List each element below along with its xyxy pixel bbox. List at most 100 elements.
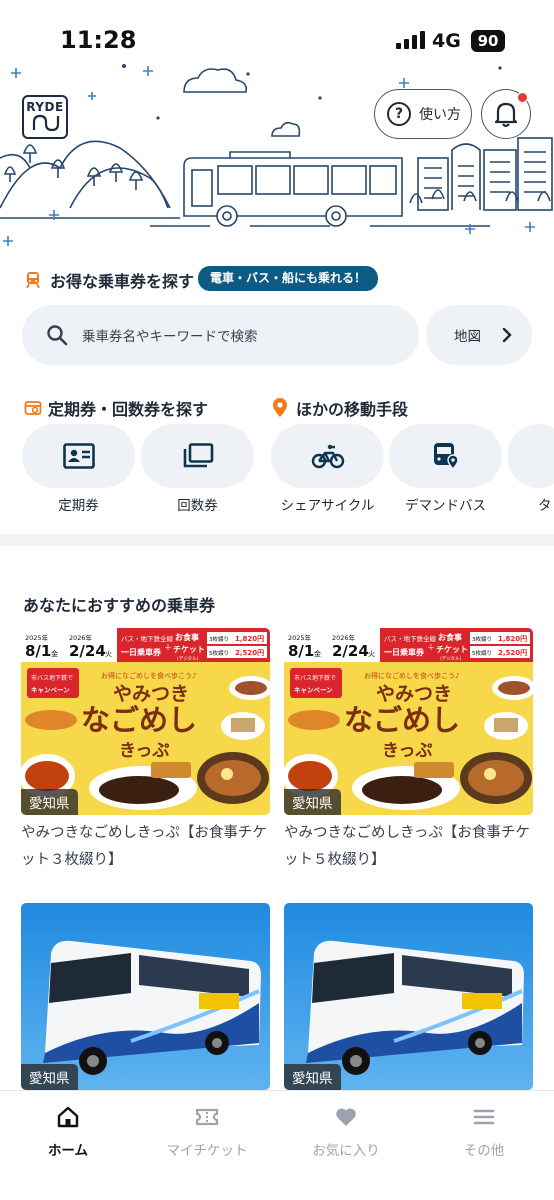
svg-text:バス・地下鉄全線: バス・地下鉄全線	[384, 634, 437, 643]
home-icon	[57, 1106, 79, 1128]
taxi-button[interactable]	[508, 424, 554, 488]
highway-bus-photo	[21, 903, 270, 1090]
svg-text:＋: ＋	[164, 643, 172, 652]
svg-text:2/24: 2/24	[332, 642, 369, 660]
section-divider	[0, 534, 554, 546]
svg-text:きっぷ: きっぷ	[119, 741, 169, 761]
id-card-icon	[62, 443, 95, 469]
nav-more-label: その他	[463, 1143, 505, 1159]
ticket-search-icon	[24, 401, 42, 415]
svg-text:2025年: 2025年	[288, 633, 312, 642]
help-button[interactable]: ? 使い方	[374, 89, 472, 139]
svg-text:5枚綴り: 5枚綴り	[472, 649, 492, 657]
mobility-title: ほかの移動手段	[296, 400, 409, 419]
ticket-card[interactable]: 2025年 8/1 金 2026年 2/24 火 バス・地下鉄全線 一日乗車券 …	[284, 628, 533, 815]
svg-text:(デジタル): (デジタル)	[177, 655, 199, 662]
svg-text:2026年: 2026年	[69, 633, 93, 642]
nav-favorites-label: お気に入り	[312, 1143, 380, 1159]
coupon-ticket-label: 回数券	[177, 498, 218, 514]
ticket-search-input[interactable]: 乗車券名やキーワードで検索	[22, 305, 419, 365]
map-label: 地図	[454, 329, 481, 345]
svg-text:金: 金	[314, 649, 321, 658]
svg-text:一日乗車券: 一日乗車券	[384, 647, 425, 657]
svg-text:1,820円: 1,820円	[498, 635, 527, 643]
commuter-pass-label: 定期券	[58, 498, 99, 514]
menu-icon	[473, 1109, 495, 1125]
search-icon	[47, 325, 68, 346]
ticket-card[interactable]: 愛知県	[284, 903, 533, 1090]
prefecture-badge: 愛知県	[21, 789, 78, 815]
help-label: 使い方	[419, 107, 461, 123]
coupon-ticket-button[interactable]	[141, 424, 254, 488]
svg-text:5枚綴り: 5枚綴り	[209, 649, 229, 657]
svg-text:2,520円: 2,520円	[235, 649, 264, 657]
bicycle-icon	[311, 444, 344, 469]
nav-my-ticket-label: マイチケット	[166, 1143, 248, 1159]
map-button[interactable]: 地図	[426, 305, 532, 365]
commuter-pass-button[interactable]	[22, 424, 135, 488]
route-icon	[32, 114, 60, 132]
svg-text:金: 金	[51, 649, 58, 658]
svg-text:お得になごめしを食べ歩こう♪: お得になごめしを食べ歩こう♪	[364, 671, 459, 680]
nav-home-label: ホーム	[47, 1143, 89, 1159]
taxi-label: タ	[538, 498, 552, 514]
card-image-nagomeshi: 2025年 8/1 金 2026年 2/24 火 バス・地下鉄全線 一日乗車券 …	[284, 628, 533, 815]
demand-bus-label: デマンドバス	[405, 498, 486, 514]
svg-text:2026年: 2026年	[332, 633, 356, 642]
nav-favorites[interactable]: お気に入り	[296, 1105, 396, 1159]
svg-text:3枚綴り: 3枚綴り	[209, 635, 229, 643]
svg-text:8/1: 8/1	[25, 642, 51, 660]
train-icon	[26, 272, 40, 289]
svg-text:なごめし: なごめし	[344, 703, 460, 737]
bottom-navigation: ホーム マイチケット お気に入り その他	[0, 1090, 554, 1200]
ticket-card[interactable]: 愛知県	[21, 903, 270, 1090]
card-image-bus: 愛知県	[21, 903, 270, 1090]
card-title[interactable]: やみつきなごめしきっぷ【お食事チケット３枚綴り】	[21, 820, 276, 874]
prefecture-badge: 愛知県	[21, 1064, 78, 1090]
svg-text:やみつき: やみつき	[113, 683, 189, 705]
svg-text:バス・地下鉄全線: バス・地下鉄全線	[121, 634, 174, 643]
svg-text:1,820円: 1,820円	[235, 635, 264, 643]
hero-illustration	[0, 64, 553, 246]
svg-text:市バス地下鉄で: 市バス地下鉄で	[31, 674, 73, 682]
passes-title: 定期券・回数券を探す	[48, 400, 209, 419]
svg-text:(デジタル): (デジタル)	[440, 655, 462, 662]
nav-more[interactable]: その他	[434, 1105, 534, 1159]
svg-text:市バス地下鉄で: 市バス地下鉄で	[294, 674, 336, 682]
battery-indicator: 90	[471, 30, 505, 52]
svg-text:お食事: お食事	[438, 632, 462, 642]
card-title[interactable]: やみつきなごめしきっぷ【お食事チケット５枚綴り】	[284, 820, 539, 874]
svg-text:2/24: 2/24	[69, 642, 106, 660]
location-pin-icon	[273, 398, 287, 417]
ryde-logo: RYDE	[22, 95, 68, 139]
svg-text:一日乗車券: 一日乗車券	[121, 647, 162, 657]
demand-bus-button[interactable]	[389, 424, 502, 488]
nav-home[interactable]: ホーム	[18, 1105, 118, 1159]
svg-text:きっぷ: きっぷ	[382, 741, 432, 761]
svg-text:チケット: チケット	[436, 645, 468, 654]
nav-my-ticket[interactable]: マイチケット	[157, 1105, 257, 1159]
svg-text:2,520円: 2,520円	[498, 649, 527, 657]
svg-text:キャンペーン: キャンペーン	[31, 686, 70, 694]
svg-text:チケット: チケット	[173, 645, 205, 654]
ticket-search-heading: お得な乗車券を探す	[24, 268, 194, 292]
svg-text:お食事: お食事	[175, 632, 199, 642]
status-time: 11:28	[60, 26, 137, 54]
svg-text:＋: ＋	[427, 643, 435, 652]
share-cycle-button[interactable]	[271, 424, 384, 488]
network-type: 4G	[432, 30, 461, 52]
notification-dot	[517, 92, 528, 103]
ticket-search-title: お得な乗車券を探す	[50, 272, 195, 291]
svg-text:キャンペーン: キャンペーン	[294, 686, 333, 694]
card-image-nagomeshi: 2025年 8/1 金 2026年 2/24 火 バス・地下鉄全線 一日乗車券 …	[21, 628, 270, 815]
svg-text:3枚綴り: 3枚綴り	[472, 635, 492, 643]
ticket-icon	[195, 1108, 219, 1126]
svg-text:火: 火	[368, 650, 375, 658]
svg-text:お得になごめしを食べ歩こう♪: お得になごめしを食べ歩こう♪	[101, 671, 196, 680]
ticket-search-tag: 電車・バス・船にも乗れる！	[198, 266, 379, 291]
ticket-card[interactable]: 2025年 8/1 金 2026年 2/24 火 バス・地下鉄全線 一日乗車券 …	[21, 628, 270, 815]
question-icon: ?	[387, 102, 411, 126]
svg-text:火: 火	[105, 650, 112, 658]
nagomeshi-banner: 2025年 8/1 金 2026年 2/24 火 バス・地下鉄全線 一日乗車券 …	[21, 628, 270, 815]
heart-icon	[336, 1108, 356, 1126]
